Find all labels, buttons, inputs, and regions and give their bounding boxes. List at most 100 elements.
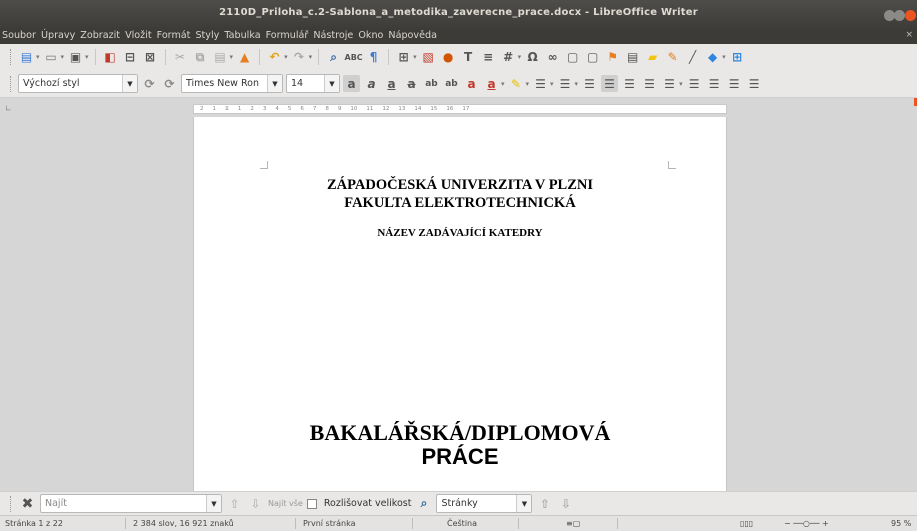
menu-tabulka[interactable]: Tabulka xyxy=(224,30,260,44)
insert-table-icon[interactable]: ⊞ xyxy=(395,49,412,66)
open-folder-icon[interactable]: ▭ xyxy=(43,49,60,66)
decrease-indent-icon[interactable]: ☰ xyxy=(746,75,763,92)
find-all-button[interactable]: Najít vše xyxy=(268,499,303,508)
toolbar-grip[interactable] xyxy=(10,495,13,512)
underline-icon[interactable]: a xyxy=(383,75,400,92)
chevron-down-icon[interactable]: ▾ xyxy=(61,53,65,61)
horizontal-ruler[interactable]: 2 1 ⧖ 1 2 3 4 5 6 7 8 9 10 11 12 13 14 1… xyxy=(193,104,727,114)
redo-icon[interactable]: ↷ xyxy=(291,49,308,66)
align-center-icon[interactable]: ☰ xyxy=(601,75,619,92)
line-icon[interactable]: ╱ xyxy=(684,49,701,66)
menu-zobrazit[interactable]: Zobrazit xyxy=(80,30,120,44)
tab-stop-icon[interactable]: ∟ xyxy=(5,104,12,113)
menu-format[interactable]: Formát xyxy=(157,30,191,44)
menu-napoveda[interactable]: Nápověda xyxy=(388,30,437,44)
ruler-indent-marker[interactable]: ⧖ xyxy=(225,106,229,113)
close-document-icon[interactable]: × xyxy=(905,30,913,40)
find-replace-icon[interactable]: ⌕ xyxy=(415,495,432,512)
line-spacing-icon[interactable]: ☰ xyxy=(661,75,678,92)
chevron-down-icon[interactable]: ▾ xyxy=(309,53,313,61)
insert-image-icon[interactable]: ▧ xyxy=(420,49,437,66)
subscript-icon[interactable]: ab xyxy=(443,75,460,92)
close-find-icon[interactable]: ✖ xyxy=(19,495,36,512)
chevron-down-icon[interactable]: ▾ xyxy=(413,53,417,61)
font-size-combo[interactable]: 14 ▼ xyxy=(286,74,340,93)
decrease-paragraph-spacing-icon[interactable]: ☰ xyxy=(706,75,723,92)
comment-icon[interactable]: ▰ xyxy=(644,49,661,66)
chevron-down-icon[interactable]: ▾ xyxy=(679,80,683,88)
chevron-down-icon[interactable]: ▾ xyxy=(526,80,530,88)
paste-icon[interactable]: ▤ xyxy=(212,49,229,66)
language[interactable]: Čeština xyxy=(447,519,477,528)
justify-icon[interactable]: ☰ xyxy=(641,75,658,92)
toolbar-grip[interactable] xyxy=(10,75,13,92)
insert-mode-icon[interactable]: ≡▢ xyxy=(566,519,580,528)
find-next-icon[interactable]: ⇩ xyxy=(247,495,264,512)
italic-icon[interactable]: a xyxy=(363,75,380,92)
menu-styly[interactable]: Styly xyxy=(195,30,219,44)
close-button[interactable] xyxy=(905,10,916,21)
align-right-icon[interactable]: ☰ xyxy=(621,75,638,92)
print-preview-icon[interactable]: ⊠ xyxy=(142,49,159,66)
spelling-icon[interactable]: ABC xyxy=(345,49,363,66)
chevron-down-icon[interactable]: ▾ xyxy=(550,80,554,88)
chevron-down-icon[interactable]: ▾ xyxy=(230,53,234,61)
find-previous-icon[interactable]: ⇧ xyxy=(226,495,243,512)
document-page[interactable]: ZÁPADOČESKÁ UNIVERZITA V PLZNI FAKULTA E… xyxy=(193,117,727,491)
zoom-level[interactable]: 95 % xyxy=(891,519,911,528)
menu-nastroje[interactable]: Nástroje xyxy=(313,30,353,44)
menu-formular[interactable]: Formulář xyxy=(266,30,309,44)
hyperlink-icon[interactable]: ∞ xyxy=(544,49,561,66)
page-count[interactable]: Stránka 1 z 22 xyxy=(5,519,63,528)
chevron-down-icon[interactable]: ▾ xyxy=(284,53,288,61)
endnote-icon[interactable]: ▢ xyxy=(584,49,601,66)
paragraph-style-combo[interactable]: Výchozí styl ▼ xyxy=(18,74,138,93)
font-name-combo[interactable]: Times New Ron ▼ xyxy=(181,74,283,93)
superscript-icon[interactable]: ab xyxy=(423,75,440,92)
cut-icon[interactable]: ✂ xyxy=(172,49,189,66)
formatting-marks-icon[interactable]: ¶ xyxy=(365,49,382,66)
highlight-icon[interactable]: ✎ xyxy=(508,75,525,92)
bold-icon[interactable]: a xyxy=(343,75,360,92)
update-style-icon[interactable]: ⟳ xyxy=(141,75,158,92)
draw-functions-icon[interactable]: ⊞ xyxy=(729,49,746,66)
chevron-down-icon[interactable]: ▾ xyxy=(575,80,579,88)
match-case-checkbox[interactable] xyxy=(306,498,317,509)
chevron-down-icon[interactable]: ▾ xyxy=(85,53,89,61)
find-input[interactable]: Najít ▼ xyxy=(40,494,222,513)
chevron-down-icon[interactable]: ▼ xyxy=(206,495,221,512)
search-next-icon[interactable]: ⇩ xyxy=(557,495,574,512)
align-left-icon[interactable]: ☰ xyxy=(581,75,598,92)
save-icon[interactable]: ▣ xyxy=(67,49,84,66)
view-layout-icon[interactable]: ▯▯▯ xyxy=(740,519,753,528)
chevron-down-icon[interactable]: ▼ xyxy=(324,75,339,92)
special-character-icon[interactable]: Ω xyxy=(524,49,541,66)
chevron-down-icon[interactable]: ▾ xyxy=(36,53,40,61)
word-count[interactable]: 2 384 slov, 16 921 znaků xyxy=(133,519,234,528)
new-style-icon[interactable]: ⟳ xyxy=(161,75,178,92)
increase-paragraph-spacing-icon[interactable]: ☰ xyxy=(686,75,703,92)
cross-reference-icon[interactable]: ▤ xyxy=(624,49,641,66)
print-icon[interactable]: ⊟ xyxy=(122,49,139,66)
chevron-down-icon[interactable]: ▼ xyxy=(267,75,282,92)
new-document-icon[interactable]: ▤ xyxy=(18,49,35,66)
strikethrough-icon[interactable]: a xyxy=(403,75,420,92)
search-previous-icon[interactable]: ⇧ xyxy=(536,495,553,512)
menu-okno[interactable]: Okno xyxy=(358,30,383,44)
track-changes-icon[interactable]: ✎ xyxy=(664,49,681,66)
toolbar-grip[interactable] xyxy=(10,49,13,65)
bullets-icon[interactable]: ☰ xyxy=(532,75,549,92)
shapes-icon[interactable]: ◆ xyxy=(704,49,721,66)
insert-field-icon[interactable]: # xyxy=(500,49,517,66)
numbering-icon[interactable]: ☰ xyxy=(557,75,574,92)
page-break-icon[interactable]: ≡ xyxy=(480,49,497,66)
clone-formatting-icon[interactable]: ▲ xyxy=(236,49,253,66)
insert-chart-icon[interactable]: ● xyxy=(440,49,457,66)
page-style[interactable]: První stránka xyxy=(303,519,356,528)
insert-textbox-icon[interactable]: T xyxy=(460,49,477,66)
chevron-down-icon[interactable]: ▾ xyxy=(518,53,522,61)
maximize-button[interactable] xyxy=(894,10,905,21)
chevron-down-icon[interactable]: ▾ xyxy=(722,53,726,61)
export-pdf-icon[interactable]: ◧ xyxy=(102,49,119,66)
menu-vlozit[interactable]: Vložit xyxy=(125,30,152,44)
